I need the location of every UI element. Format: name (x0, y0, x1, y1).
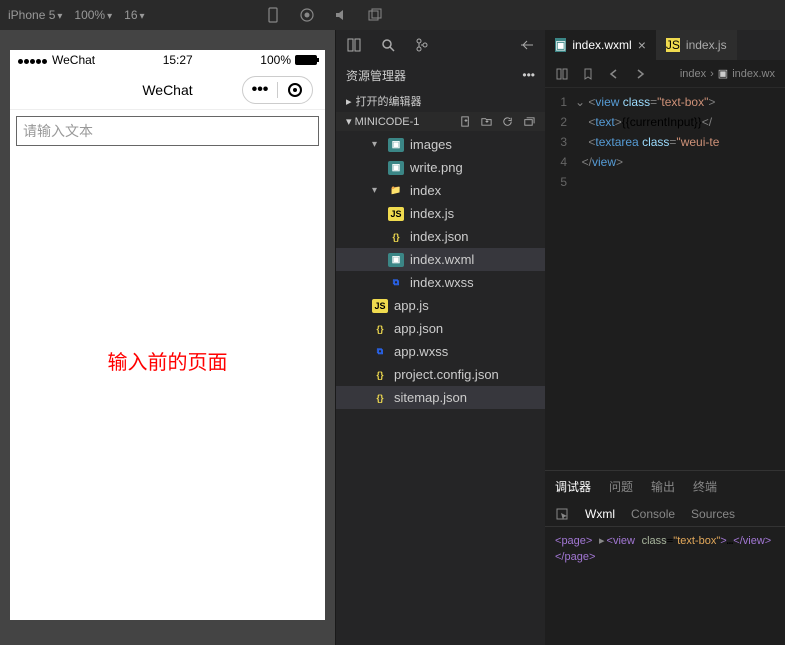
breadcrumb[interactable]: index›▣ index.wx (680, 67, 775, 80)
explorer-pane: 资源管理器 ••• ▸打开的编辑器 ▾ MINICODE-1 ▾▣images … (335, 30, 545, 645)
subtab-console[interactable]: Console (631, 507, 675, 521)
file-sitemap[interactable]: {}sitemap.json (336, 386, 545, 409)
refresh-icon[interactable] (501, 115, 514, 128)
caption-overlay: 输入前的页面 (10, 346, 325, 375)
signal-icon (18, 53, 48, 67)
capsule: ••• (242, 76, 313, 104)
text-input[interactable]: 请输入文本 (16, 116, 319, 146)
file-write-png[interactable]: ▣write.png (336, 156, 545, 179)
explorer-icon[interactable] (346, 37, 362, 53)
capsule-menu-button[interactable]: ••• (243, 77, 277, 103)
file-app-json[interactable]: {}app.json (336, 317, 545, 340)
bookmark-icon[interactable] (581, 67, 595, 81)
nav-title: WeChat (142, 82, 192, 98)
tab-terminal[interactable]: 终端 (693, 478, 717, 495)
file-index-wxss[interactable]: ⧉index.wxss (336, 271, 545, 294)
carrier-label: WeChat (52, 53, 95, 67)
explorer-title: 资源管理器 (346, 67, 406, 84)
new-file-icon[interactable] (459, 115, 472, 128)
editor-pane: ▣index.wxml× JSindex.js index›▣ index.wx… (545, 30, 785, 645)
panel-tabs: 调试器 问题 输出 终端 (545, 471, 785, 501)
debugger-subtabs: Wxml Console Sources (545, 501, 785, 527)
file-project-config[interactable]: {}project.config.json (336, 363, 545, 386)
device-select[interactable]: iPhone 5 (8, 8, 62, 22)
collapse-all-icon[interactable] (522, 115, 535, 128)
file-tree: ▾▣images ▣write.png ▾📁index JSindex.js {… (336, 131, 545, 411)
tab-debugger[interactable]: 调试器 (555, 478, 591, 495)
tab-problems[interactable]: 问题 (609, 478, 633, 495)
activity-bar (336, 30, 545, 60)
wxml-inspector[interactable]: <page> ▸<view class="text-box">…</view> … (545, 527, 785, 645)
phone-frame: WeChat 15:27 100% WeChat ••• 请输入文本 输入前的页… (10, 50, 325, 620)
clock-label: 15:27 (163, 53, 193, 67)
bottom-panel: 调试器 问题 输出 终端 Wxml Console Sources <page>… (545, 470, 785, 645)
explorer-header: 资源管理器 ••• (336, 60, 545, 90)
simulator-pane: WeChat 15:27 100% WeChat ••• 请输入文本 输入前的页… (0, 30, 335, 645)
new-folder-icon[interactable] (480, 115, 493, 128)
collapse-icon[interactable] (519, 37, 535, 53)
file-index-js[interactable]: JSindex.js (336, 202, 545, 225)
folder-index[interactable]: ▾📁index (336, 179, 545, 202)
zoom-select[interactable]: 100% (74, 8, 112, 22)
tab-output[interactable]: 输出 (651, 478, 675, 495)
explorer-more-icon[interactable]: ••• (522, 68, 535, 82)
line-gutter: 12345 (545, 88, 575, 470)
open-editors-section[interactable]: ▸打开的编辑器 (336, 90, 545, 112)
nav-forward-icon[interactable] (633, 67, 647, 81)
editor-toolbar: index›▣ index.wx (545, 60, 785, 88)
status-bar: WeChat 15:27 100% (10, 50, 325, 70)
search-icon[interactable] (380, 37, 396, 53)
file-app-wxss[interactable]: ⧉app.wxss (336, 340, 545, 363)
code-body[interactable]: ⌄ <view class="text-box"> <text>{{curren… (575, 88, 785, 470)
battery-icon (295, 55, 317, 65)
inspect-icon[interactable] (555, 507, 569, 521)
code-editor[interactable]: 12345 ⌄ <view class="text-box"> <text>{{… (545, 88, 785, 470)
window-icon[interactable] (367, 7, 383, 23)
record-icon[interactable] (299, 7, 315, 23)
mute-icon[interactable] (333, 7, 349, 23)
file-app-js[interactable]: JSapp.js (336, 294, 545, 317)
project-section[interactable]: ▾ MINICODE-1 (336, 112, 545, 131)
git-icon[interactable] (414, 37, 430, 53)
editor-tabs: ▣index.wxml× JSindex.js (545, 30, 785, 60)
subtab-wxml[interactable]: Wxml (585, 507, 615, 521)
nav-back-icon[interactable] (607, 67, 621, 81)
device-toolbar: iPhone 5 100% 16 (0, 0, 785, 30)
device-icon[interactable] (265, 7, 281, 23)
folder-images[interactable]: ▾▣images (336, 133, 545, 156)
file-index-json[interactable]: {}index.json (336, 225, 545, 248)
frame-select[interactable]: 16 (124, 8, 144, 22)
tab-index-wxml[interactable]: ▣index.wxml× (545, 30, 656, 60)
compare-icon[interactable] (555, 67, 569, 81)
subtab-sources[interactable]: Sources (691, 507, 735, 521)
tab-index-js[interactable]: JSindex.js (656, 30, 737, 60)
close-icon[interactable]: × (638, 37, 646, 53)
battery-pct: 100% (260, 53, 291, 67)
nav-bar: WeChat ••• (10, 70, 325, 110)
capsule-close-button[interactable] (278, 77, 312, 103)
file-index-wxml[interactable]: ▣index.wxml (336, 248, 545, 271)
